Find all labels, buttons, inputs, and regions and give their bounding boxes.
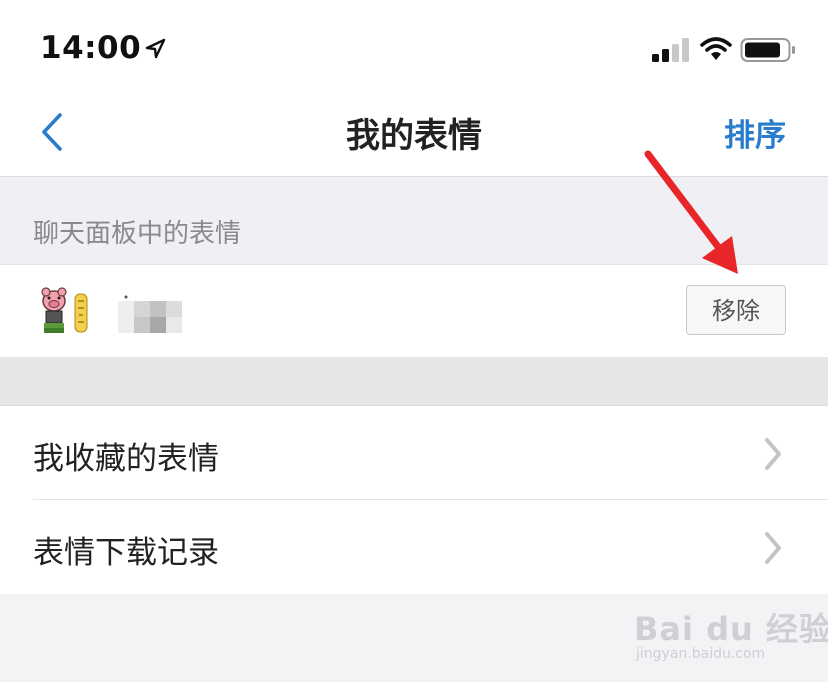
- baidu-watermark: Bai du 经验 jingyan.baidu.com: [634, 596, 828, 666]
- menu-item-label: 表情下载记录: [33, 535, 219, 571]
- signal-icon: [652, 38, 689, 62]
- section-gap: [0, 357, 828, 405]
- sticker-list-item: 移除: [0, 264, 828, 358]
- watermark-logo-text: Bai du 经验: [634, 610, 828, 648]
- favorite-stickers-item[interactable]: 我收藏的表情: [0, 406, 828, 500]
- wifi-icon: [700, 37, 732, 60]
- chevron-right-icon: [765, 438, 781, 470]
- menu-item-label: 我收藏的表情: [33, 441, 219, 477]
- status-bar: 14:00: [0, 0, 828, 96]
- blurred-sticker-name: [118, 295, 182, 333]
- section-header-label: 聊天面板中的表情: [33, 219, 242, 249]
- battery-icon: [740, 38, 795, 62]
- location-arrow-icon: [145, 38, 166, 59]
- watermark-url: jingyan.baidu.com: [636, 646, 766, 662]
- menu-group: 我收藏的表情 表情下载记录: [0, 405, 828, 595]
- sticker-download-history-item[interactable]: 表情下载记录: [0, 500, 828, 593]
- remove-button[interactable]: 移除: [686, 285, 786, 335]
- sticker-tag-icon: [74, 293, 88, 333]
- red-arrow-icon: [644, 150, 738, 274]
- chevron-right-icon: [765, 532, 781, 564]
- status-time: 14:00: [40, 30, 142, 66]
